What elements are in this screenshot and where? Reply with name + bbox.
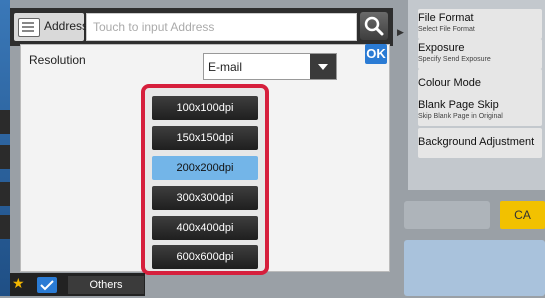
left-edge-segment — [0, 182, 10, 206]
address-book-icon — [18, 18, 40, 37]
resolution-option-600[interactable]: 600x600dpi — [152, 245, 258, 269]
checkmark-icon — [40, 280, 54, 291]
check-icon[interactable] — [37, 277, 57, 293]
resolution-option-100[interactable]: 100x100dpi — [152, 96, 258, 120]
left-edge-bar — [0, 0, 10, 296]
preview-button[interactable] — [404, 201, 490, 229]
resolution-option-150[interactable]: 150x150dpi — [152, 126, 258, 150]
exposure-subtitle: Specify Send Exposure — [418, 56, 491, 63]
exposure-title: Exposure — [418, 42, 465, 54]
exposure-item[interactable]: Exposure Specify Send Exposure — [418, 39, 542, 69]
send-mode-dropdown[interactable]: E-mail — [203, 53, 337, 80]
address-input[interactable]: Touch to input Address — [86, 13, 357, 41]
address-button[interactable]: Address — [14, 13, 88, 41]
resolution-option-400[interactable]: 400x400dpi — [152, 216, 258, 240]
address-label: Address — [44, 19, 89, 33]
blank-page-skip-item[interactable]: Blank Page Skip Skip Blank Page in Origi… — [418, 96, 542, 126]
right-settings-panel: File Format Select File Format Exposure … — [408, 0, 545, 190]
left-edge-segment — [0, 110, 10, 134]
background-adjustment-title: Background Adjustment — [418, 136, 535, 148]
resolution-option-200-selected[interactable]: 200x200dpi — [152, 156, 258, 180]
blank-page-skip-subtitle: Skip Blank Page in Original — [418, 113, 503, 120]
resolution-options-list: 100x100dpi 150x150dpi 200x200dpi 300x300… — [141, 84, 269, 275]
address-placeholder: Touch to input Address — [93, 20, 215, 34]
ca-button[interactable]: CA — [500, 201, 545, 229]
background-adjustment-item[interactable]: Background Adjustment — [418, 128, 542, 158]
file-format-subtitle: Select File Format — [418, 26, 475, 33]
star-icon[interactable]: ★ — [12, 275, 25, 292]
ok-button[interactable]: OK — [365, 44, 387, 64]
search-icon — [364, 16, 384, 36]
search-button[interactable] — [360, 12, 388, 40]
blank-page-skip-title: Blank Page Skip — [418, 99, 499, 111]
others-button[interactable]: Others — [68, 276, 144, 294]
play-arrow-icon: ▶ — [397, 27, 404, 37]
file-format-title: File Format — [418, 12, 474, 24]
colour-mode-item[interactable]: Colour Mode — [418, 69, 542, 99]
left-edge-segment — [0, 145, 10, 169]
start-button[interactable] — [404, 240, 545, 296]
chevron-down-icon — [310, 54, 336, 79]
resolution-label: Resolution — [29, 53, 86, 67]
resolution-option-300[interactable]: 300x300dpi — [152, 186, 258, 210]
file-format-item[interactable]: File Format Select File Format — [418, 9, 542, 39]
left-edge-segment — [0, 215, 10, 239]
send-mode-value: E-mail — [208, 60, 243, 74]
colour-mode-title: Colour Mode — [418, 77, 481, 89]
